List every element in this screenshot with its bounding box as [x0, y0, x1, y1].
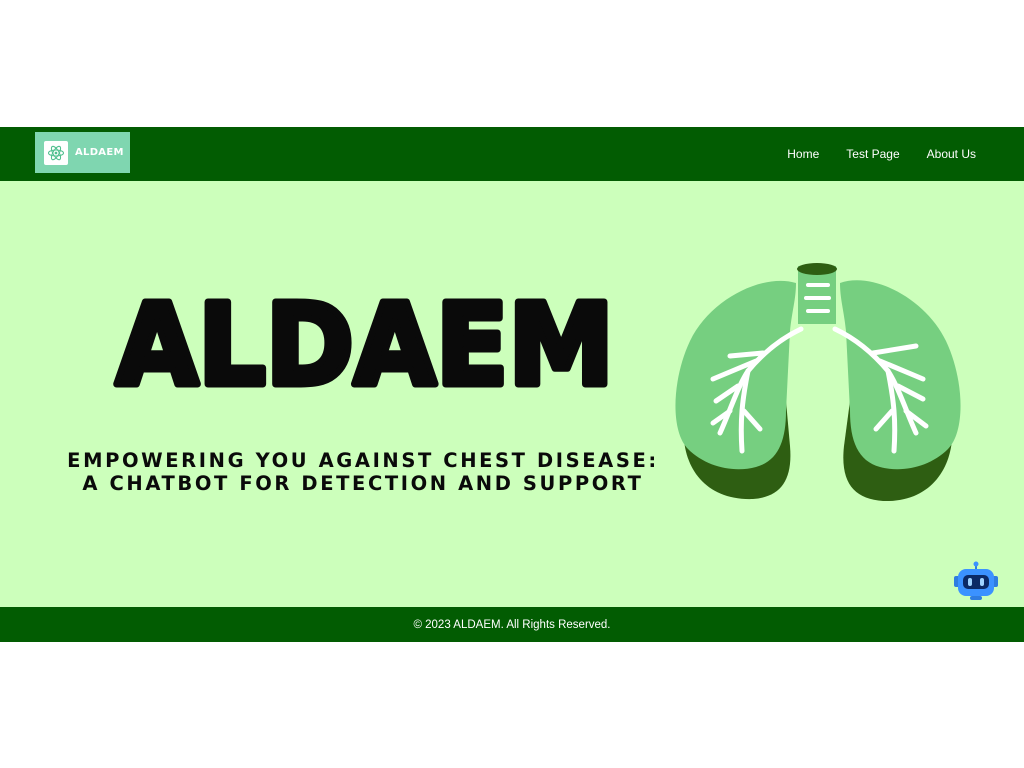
nav-menu: Home Test Page About Us: [787, 127, 976, 181]
hero-subtitle-line-1: EMPOWERING YOU AGAINST CHEST DISEASE:: [67, 449, 659, 472]
hero-subtitle-line-2: A CHATBOT FOR DETECTION AND SUPPORT: [82, 472, 644, 495]
footer: © 2023 ALDAEM. All Rights Reserved.: [0, 607, 1024, 642]
brand-logo[interactable]: ALDAEM: [35, 132, 130, 173]
navbar: ALDAEM Home Test Page About Us: [0, 127, 1024, 181]
nav-home-link[interactable]: Home: [787, 147, 819, 161]
hero-section: ALDAEM EMPOWERING YOU AGAINST CHEST DISE…: [0, 181, 1024, 607]
hero-title: ALDAEM: [113, 286, 618, 406]
nav-about-us-link[interactable]: About Us: [927, 147, 976, 161]
robot-icon: [954, 561, 998, 600]
hero-subtitle: EMPOWERING YOU AGAINST CHEST DISEASE: A …: [40, 449, 686, 495]
page: ALDAEM Home Test Page About Us ALDAEM EM…: [0, 0, 1024, 768]
svg-text:ALDAEM: ALDAEM: [116, 286, 614, 406]
site-frame: ALDAEM Home Test Page About Us ALDAEM EM…: [0, 127, 1024, 642]
chatbot-launcher[interactable]: [953, 561, 999, 601]
nav-test-page-link[interactable]: Test Page: [846, 147, 899, 161]
copyright-text: © 2023 ALDAEM. All Rights Reserved.: [413, 618, 611, 631]
lungs-illustration: [675, 263, 961, 502]
brand-logo-text: ALDAEM: [75, 147, 124, 158]
atom-icon: [44, 140, 68, 165]
